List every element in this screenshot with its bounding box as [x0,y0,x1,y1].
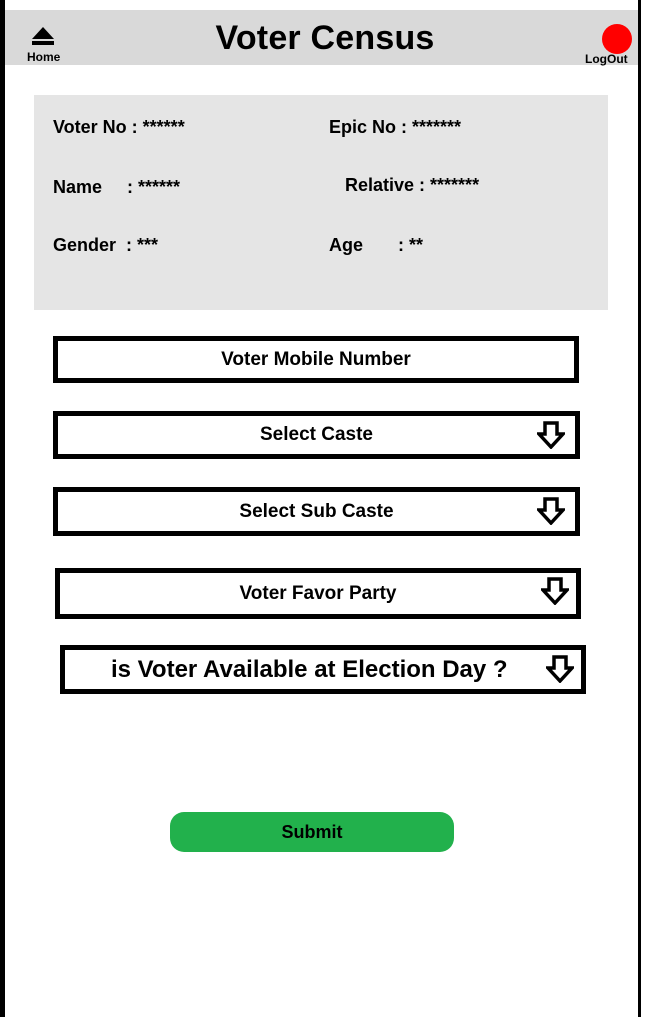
home-icon [32,27,54,45]
mobile-number-input[interactable]: Voter Mobile Number [53,336,579,383]
caste-select[interactable]: Select Caste [53,411,580,459]
gender-label: Gender : *** [53,235,159,255]
home-label: Home [27,50,61,64]
down-arrow-icon[interactable] [537,497,565,525]
epic-no-label: Epic No : ******* [329,117,462,137]
favor-party-select-label: Voter Favor Party [239,582,397,604]
mobile-number-label: Voter Mobile Number [221,348,411,370]
election-day-availability-select[interactable]: is Voter Available at Election Day ? [60,645,586,694]
down-arrow-icon[interactable] [541,577,569,605]
name-label: Name : ****** [53,177,181,197]
logout-label: LogOut [585,52,628,66]
down-arrow-icon[interactable] [537,421,565,449]
submit-button[interactable]: Submit [170,812,454,852]
logout-button[interactable]: LogOut [582,18,642,66]
election-day-availability-label: is Voter Available at Election Day ? [111,655,508,683]
sub-caste-select[interactable]: Select Sub Caste [53,487,580,536]
age-label: Age : ** [329,235,424,255]
home-button[interactable]: Home [19,14,65,66]
voter-info-card: Voter No : ****** Epic No : ******* Name… [34,95,608,310]
favor-party-select[interactable]: Voter Favor Party [55,568,581,619]
caste-select-label: Select Caste [259,424,373,445]
sub-caste-select-label: Select Sub Caste [239,500,394,522]
logout-icon [602,24,632,54]
voter-no-label: Voter No : ****** [53,117,185,137]
relative-label: Relative : ******* [345,175,480,195]
page-title: Voter Census [215,19,435,57]
down-arrow-icon[interactable] [546,655,574,683]
